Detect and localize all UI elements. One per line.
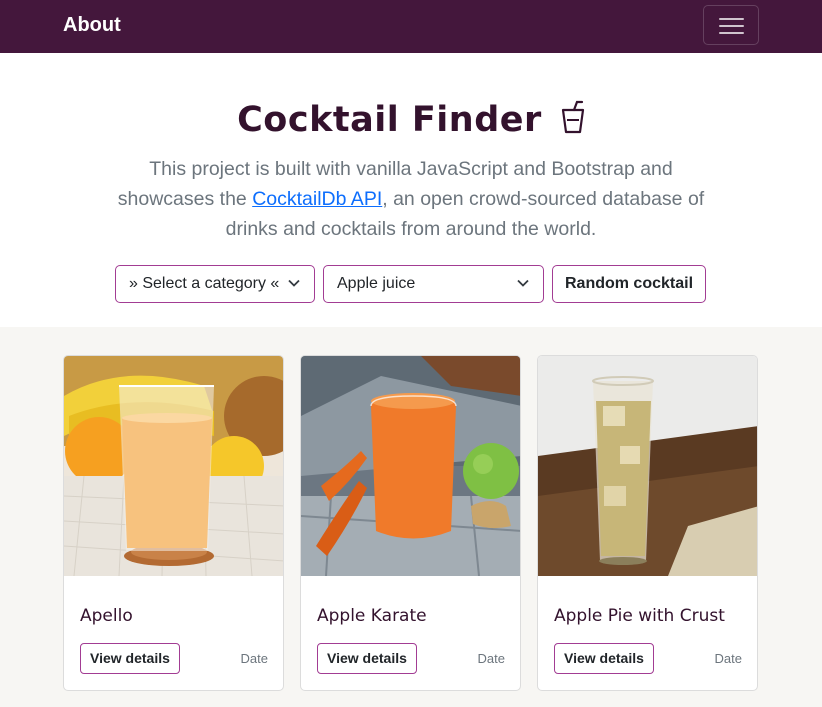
category-select[interactable]: » Select a category « [115, 265, 315, 303]
chevron-down-icon [288, 279, 300, 287]
project-description: This project is built with vanilla JavaS… [117, 158, 705, 240]
cocktail-cards: Apello View details Date Apple Karate Vi… [0, 327, 822, 707]
cocktail-name: Apple Karate [317, 606, 427, 626]
cup-icon [561, 100, 584, 134]
nav-brand-about[interactable]: About [63, 14, 121, 37]
cocktail-card: Apple Karate View details Date [300, 355, 521, 691]
chevron-down-icon [517, 279, 529, 287]
hero-section: Cocktail Finder This project is built wi… [0, 53, 822, 327]
navbar: About [0, 0, 822, 53]
cocktail-image [64, 356, 283, 576]
page-title: Cocktail Finder [237, 100, 542, 140]
card-date: Date [240, 651, 268, 666]
view-details-button[interactable]: View details [80, 643, 180, 674]
card-date: Date [714, 651, 742, 666]
cocktail-image [538, 356, 757, 576]
view-details-button[interactable]: View details [554, 643, 654, 674]
view-details-button[interactable]: View details [317, 643, 417, 674]
hamburger-icon[interactable] [703, 5, 759, 45]
ingredient-select[interactable]: Apple juice [323, 265, 544, 303]
cocktail-name: Apello [80, 606, 133, 626]
cocktaildb-api-link[interactable]: CocktailDb API [252, 188, 382, 210]
cocktail-card: Apello View details Date [63, 355, 284, 691]
random-cocktail-button[interactable]: Random cocktail [552, 265, 706, 303]
cocktail-card: Apple Pie with Crust View details Date [537, 355, 758, 691]
filter-controls: » Select a category « Apple juice Random… [0, 265, 822, 303]
cocktail-name: Apple Pie with Crust [554, 606, 725, 626]
card-date: Date [477, 651, 505, 666]
cocktail-image [301, 356, 520, 576]
